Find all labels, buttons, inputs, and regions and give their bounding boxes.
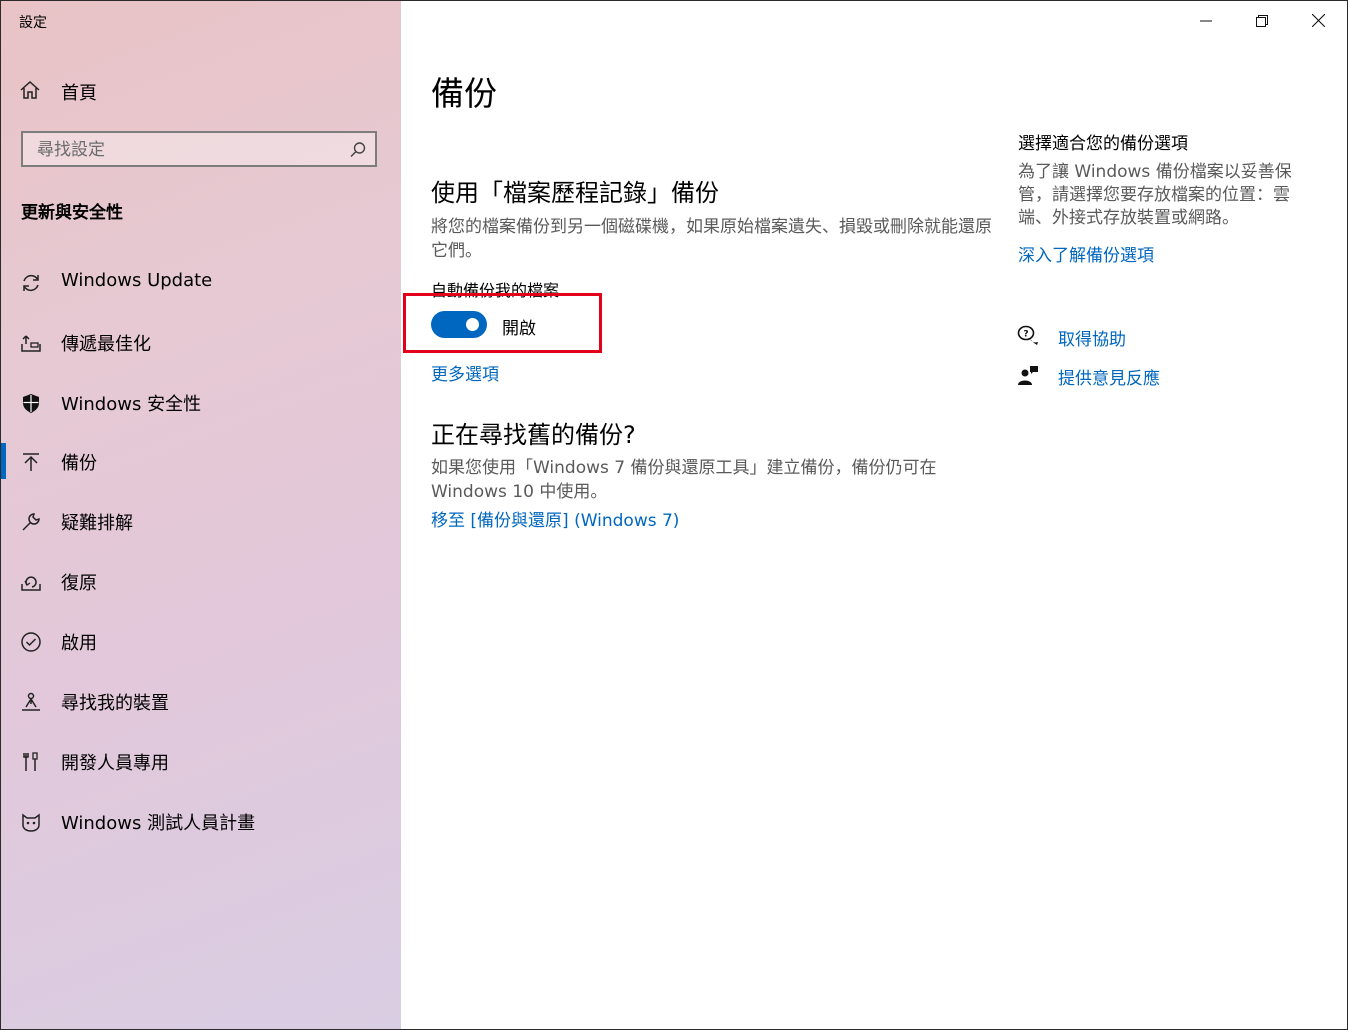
learn-backup-options-link[interactable]: 深入了解備份選項 bbox=[1018, 241, 1154, 266]
old-backup-heading: 正在尋找舊的備份? bbox=[431, 421, 636, 449]
sidebar-item-label: 疑難排解 bbox=[61, 513, 133, 534]
close-icon bbox=[1311, 12, 1325, 31]
sidebar-item-for-developers[interactable]: 開發人員專用 bbox=[1, 739, 401, 783]
svg-text:?: ? bbox=[1023, 330, 1028, 340]
sidebar-item-activation[interactable]: 啟用 bbox=[1, 619, 401, 663]
selection-indicator bbox=[1, 443, 6, 479]
feedback-icon bbox=[1016, 363, 1040, 387]
shield-icon bbox=[19, 391, 43, 415]
delivery-optimization-icon bbox=[19, 331, 43, 355]
sidebar-item-windows-update[interactable]: Windows Update bbox=[1, 260, 401, 304]
sidebar-item-windows-security[interactable]: Windows 安全性 bbox=[1, 380, 401, 424]
nav-home[interactable]: 首頁 bbox=[19, 77, 97, 107]
search-input[interactable] bbox=[23, 133, 359, 167]
sidebar-item-delivery-optimization[interactable]: 傳遞最佳化 bbox=[1, 320, 401, 364]
sidebar-item-label: 啟用 bbox=[61, 633, 97, 654]
sidebar-item-label: 尋找我的裝置 bbox=[61, 693, 169, 714]
settings-window: 設定 首頁 更新與安全性 Windows Update 傳遞最佳化 bbox=[0, 0, 1348, 1030]
minimize-icon bbox=[1200, 12, 1212, 31]
file-history-description: 將您的檔案備份到另一個磁碟機，如果原始檔案遺失、損毀或刪除就能還原它們。 bbox=[431, 217, 992, 261]
sidebar-item-label: 備份 bbox=[61, 453, 97, 474]
search-box bbox=[21, 131, 377, 167]
search-icon[interactable] bbox=[349, 141, 367, 163]
sync-icon bbox=[19, 271, 43, 295]
check-circle-icon bbox=[19, 630, 43, 654]
minimize-button[interactable] bbox=[1178, 3, 1234, 39]
feedback-link[interactable]: 提供意見反應 bbox=[1058, 364, 1160, 389]
restore-icon bbox=[1256, 12, 1268, 31]
sidebar-item-backup[interactable]: 備份 bbox=[1, 439, 401, 483]
sidebar-item-recovery[interactable]: 復原 bbox=[1, 559, 401, 603]
file-history-heading: 使用「檔案歷程記錄」備份 bbox=[431, 179, 719, 207]
developer-tools-icon bbox=[19, 750, 43, 774]
restore-button[interactable] bbox=[1234, 3, 1290, 39]
more-options-link[interactable]: 更多選項 bbox=[431, 360, 499, 385]
insider-cat-icon bbox=[19, 810, 43, 834]
sidebar-item-troubleshoot[interactable]: 疑難排解 bbox=[1, 499, 401, 543]
right-panel-title: 選擇適合您的備份選項 bbox=[1018, 134, 1188, 154]
sidebar-item-label: Windows 安全性 bbox=[61, 394, 202, 415]
backup-arrow-icon bbox=[19, 450, 43, 474]
sidebar-item-label: 傳遞最佳化 bbox=[61, 334, 151, 355]
sidebar-item-label: Windows Update bbox=[61, 270, 213, 291]
close-button[interactable] bbox=[1290, 3, 1346, 39]
get-help-icon: ? bbox=[1016, 323, 1040, 347]
sidebar-item-label: Windows 測試人員計畫 bbox=[61, 813, 256, 834]
section-title: 更新與安全性 bbox=[21, 203, 123, 223]
highlight-box bbox=[403, 293, 602, 353]
recovery-icon bbox=[19, 570, 43, 594]
app-title: 設定 bbox=[19, 15, 47, 31]
home-icon bbox=[19, 79, 41, 105]
sidebar-item-label: 開發人員專用 bbox=[61, 753, 169, 774]
page-title: 備份 bbox=[431, 74, 497, 113]
sidebar-item-windows-insider[interactable]: Windows 測試人員計畫 bbox=[1, 799, 401, 843]
wrench-icon bbox=[19, 510, 43, 534]
sidebar-item-find-my-device[interactable]: 尋找我的裝置 bbox=[1, 679, 401, 723]
find-device-icon bbox=[19, 690, 43, 714]
get-help-link[interactable]: 取得協助 bbox=[1058, 325, 1126, 350]
backup-restore-win7-link[interactable]: 移至 [備份與還原] (Windows 7) bbox=[431, 506, 679, 531]
nav-home-label: 首頁 bbox=[61, 83, 97, 104]
right-panel-description: 為了讓 Windows 備份檔案以妥善保管，請選擇您要存放檔案的位置：雲端、外接… bbox=[1018, 162, 1292, 228]
sidebar-item-label: 復原 bbox=[61, 573, 97, 594]
sidebar: 設定 首頁 更新與安全性 Windows Update 傳遞最佳化 bbox=[1, 1, 401, 1029]
old-backup-description: 如果您使用「Windows 7 備份與還原工具」建立備份，備份仍可在 Windo… bbox=[431, 458, 937, 502]
